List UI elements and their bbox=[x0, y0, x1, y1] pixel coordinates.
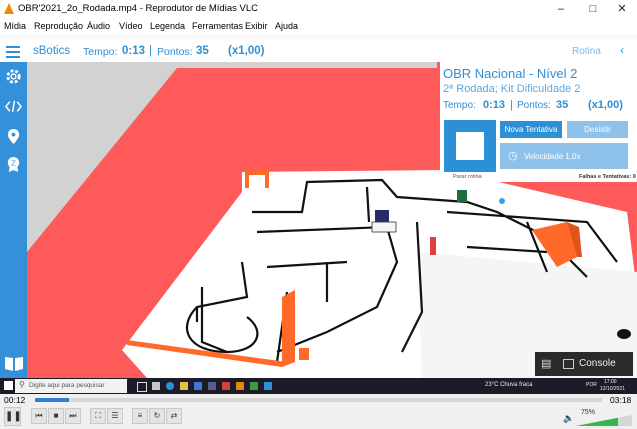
velocidade-button[interactable]: ◷ Velocidade 1,0x bbox=[500, 143, 628, 169]
folder-icon bbox=[180, 382, 188, 390]
vlc-cone-icon bbox=[4, 3, 14, 14]
elapsed-time: 00:12 bbox=[4, 395, 26, 405]
app-icon-2 bbox=[208, 382, 216, 390]
console-button[interactable]: Console bbox=[579, 358, 616, 369]
menu-legenda[interactable]: Legenda bbox=[150, 21, 185, 31]
header-pontos-label: Pontos: bbox=[157, 46, 193, 58]
volume-slider[interactable] bbox=[576, 415, 632, 426]
window-title: OBR'2021_2o_Rodada.mp4 - Reprodutor de M… bbox=[18, 3, 258, 14]
windows-taskbar: ⚲ Digite aqui para pesquisar 23°C Chuva … bbox=[0, 378, 637, 394]
nova-tentativa-button[interactable]: Nova Tentativa bbox=[500, 121, 562, 138]
fullscreen-button[interactable]: ⛶ bbox=[90, 408, 106, 424]
header-multiplier: (x1,00) bbox=[228, 45, 265, 57]
competition-title: OBR Nacional - Nível 2 bbox=[443, 66, 578, 81]
gear-icon[interactable] bbox=[5, 68, 22, 85]
panel-pontos-label: Pontos: bbox=[517, 100, 551, 111]
sbotics-brand: sBotics bbox=[33, 45, 71, 57]
clock-icon: ◷ bbox=[508, 150, 518, 162]
header-separator: | bbox=[149, 45, 152, 57]
wall-orange-1 bbox=[282, 290, 295, 367]
menu-midia[interactable]: Mídia bbox=[4, 21, 26, 31]
panel-tempo-label: Tempo: bbox=[443, 100, 476, 111]
menu-reproducao[interactable]: Reprodução bbox=[34, 21, 83, 31]
code-icon[interactable] bbox=[5, 98, 22, 115]
taskbar-clock-date: 12/10/2021 bbox=[600, 386, 626, 392]
windows-start-icon bbox=[4, 381, 13, 390]
extended-settings-button[interactable]: ☰ bbox=[107, 408, 123, 424]
panel-tempo-value: 0:13 bbox=[483, 99, 506, 111]
taskbar-clock-time: 17:00 bbox=[604, 379, 617, 385]
award-icon[interactable]: Z bbox=[5, 156, 22, 173]
vlc-taskbar-icon bbox=[236, 382, 244, 390]
edge-icon bbox=[166, 382, 174, 390]
stop-button[interactable]: ■ bbox=[48, 408, 64, 424]
header-tempo-label: Tempo: bbox=[83, 46, 118, 58]
total-time: 03:18 bbox=[610, 395, 632, 405]
app-icon-4 bbox=[250, 382, 258, 390]
minimize-button[interactable]: – bbox=[546, 0, 576, 18]
menu-ferramentas[interactable]: Ferramentas bbox=[192, 21, 243, 31]
menu-exibir[interactable]: Exibir bbox=[245, 21, 268, 31]
speaker-icon[interactable]: 🔈 bbox=[563, 413, 574, 424]
next-button[interactable]: ⏭ bbox=[65, 408, 81, 424]
velocidade-label: Velocidade 1,0x bbox=[524, 152, 581, 161]
header-pontos-value: 35 bbox=[196, 45, 209, 57]
close-button[interactable]: ✕ bbox=[607, 0, 637, 18]
map-pin-icon[interactable] bbox=[5, 128, 22, 145]
parar-rotina-label: Parar rotina bbox=[453, 174, 482, 180]
shuffle-button[interactable]: ⇄ bbox=[166, 408, 182, 424]
console-bar: ▤ Console bbox=[535, 352, 633, 376]
sbotics-sidebar: Z bbox=[0, 62, 27, 378]
panel-multiplier: (x1,00) bbox=[588, 99, 623, 111]
search-icon: ⚲ bbox=[19, 380, 25, 389]
menu-audio[interactable]: Áudio bbox=[87, 21, 110, 31]
header-rotina[interactable]: Rotina bbox=[572, 46, 601, 57]
taskbar-search: ⚲ Digite aqui para pesquisar bbox=[15, 379, 127, 393]
loop-button[interactable]: ↻ bbox=[149, 408, 165, 424]
panel-separator: | bbox=[510, 99, 513, 111]
playlist-button[interactable]: ≡ bbox=[132, 408, 148, 424]
app-icon-1 bbox=[152, 382, 160, 390]
stop-routine-button[interactable] bbox=[444, 120, 496, 172]
competition-subtitle: 2ª Rodada; Kit Dificuldade 2 bbox=[443, 83, 581, 95]
taskbar-lang: POR bbox=[586, 382, 597, 388]
robot bbox=[375, 210, 389, 222]
vlc-controls: 00:12 03:18 ❚❚ ⏮ ■ ⏭ ⛶ ☰ ≡ ↻ ⇄ 🔈 75% bbox=[0, 394, 637, 429]
panel-pontos-value: 35 bbox=[556, 99, 569, 111]
terminal-icon bbox=[563, 359, 574, 369]
pause-button[interactable]: ❚❚ bbox=[4, 407, 22, 426]
app-icon-5 bbox=[264, 382, 272, 390]
taskbar-search-placeholder: Digite aqui para pesquisar bbox=[29, 382, 105, 389]
maximize-button[interactable]: □ bbox=[578, 0, 608, 18]
app-icon-3 bbox=[222, 382, 230, 390]
previous-button[interactable]: ⏮ bbox=[31, 408, 47, 424]
store-icon bbox=[194, 382, 202, 390]
chevron-left-icon[interactable]: ‹ bbox=[620, 43, 624, 57]
header-tempo-value: 0:13 bbox=[122, 45, 146, 57]
menu-ajuda[interactable]: Ajuda bbox=[275, 21, 298, 31]
desistir-button[interactable]: Desistir bbox=[567, 121, 628, 138]
menu-video[interactable]: Vídeo bbox=[119, 21, 143, 31]
sbotics-header: sBotics Tempo: 0:13 | Pontos: 35 (x1,00)… bbox=[0, 40, 637, 62]
taskbar-weather: 23°C Chuva fraca bbox=[485, 382, 533, 388]
document-icon[interactable]: ▤ bbox=[541, 357, 551, 370]
task-view-icon bbox=[137, 382, 147, 392]
vlc-title-bar: OBR'2021_2o_Rodada.mp4 - Reprodutor de M… bbox=[0, 0, 637, 18]
competition-panel: OBR Nacional - Nível 2 2ª Rodada; Kit Di… bbox=[440, 62, 637, 182]
hamburger-menu-icon[interactable] bbox=[6, 46, 20, 61]
svg-text:Z: Z bbox=[11, 158, 16, 167]
seek-bar-fill bbox=[35, 398, 70, 402]
seek-bar[interactable] bbox=[35, 398, 602, 402]
falhas-tentativas: Falhas e Tentativas: 0 bbox=[579, 174, 636, 180]
menu-bar: Mídia Reprodução Áudio Vídeo Legenda Fer… bbox=[0, 18, 637, 34]
green-bin bbox=[457, 190, 467, 202]
book-icon[interactable] bbox=[4, 354, 24, 372]
